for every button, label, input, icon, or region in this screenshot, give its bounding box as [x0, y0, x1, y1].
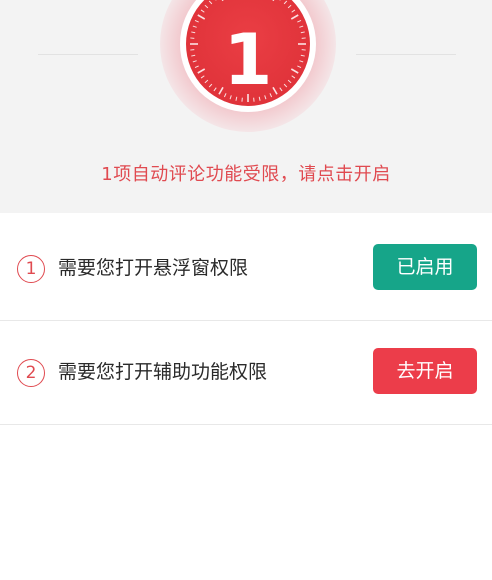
permission-page: 1 1项自动评论功能受限，请点击开启 1 需要您打开悬浮窗权限 已启用 2 需要… — [0, 0, 492, 580]
dial-tick — [290, 14, 299, 20]
header-divider-right — [356, 54, 456, 55]
restricted-count: 1 — [223, 19, 273, 101]
dial-tick — [208, 0, 213, 5]
overlay-enabled-button[interactable]: 已启用 — [373, 244, 477, 290]
dial-tick — [204, 4, 209, 9]
restriction-notice[interactable]: 1项自动评论功能受限，请点击开启 — [0, 160, 492, 186]
dial-tick — [272, 0, 275, 2]
row-divider — [0, 424, 492, 425]
dial-tick — [287, 4, 292, 9]
accessibility-enable-button[interactable]: 去开启 — [373, 348, 477, 394]
permission-row-overlay: 1 需要您打开悬浮窗权限 已启用 — [0, 217, 492, 321]
permission-label-accessibility: 需要您打开辅助功能权限 — [58, 361, 268, 383]
step-number-badge: 2 — [17, 359, 45, 387]
step-number-badge: 1 — [17, 255, 45, 283]
dial-tick — [200, 9, 205, 13]
status-header: 1 1项自动评论功能受限，请点击开启 — [0, 0, 492, 213]
dial-tick — [197, 14, 206, 20]
dial-tick — [221, 0, 224, 2]
permission-label-overlay: 需要您打开悬浮窗权限 — [58, 257, 249, 279]
permission-row-accessibility: 2 需要您打开辅助功能权限 去开启 — [0, 321, 492, 425]
dial-tick — [291, 9, 296, 13]
header-divider-left — [38, 54, 138, 55]
dial-tick — [283, 0, 288, 5]
